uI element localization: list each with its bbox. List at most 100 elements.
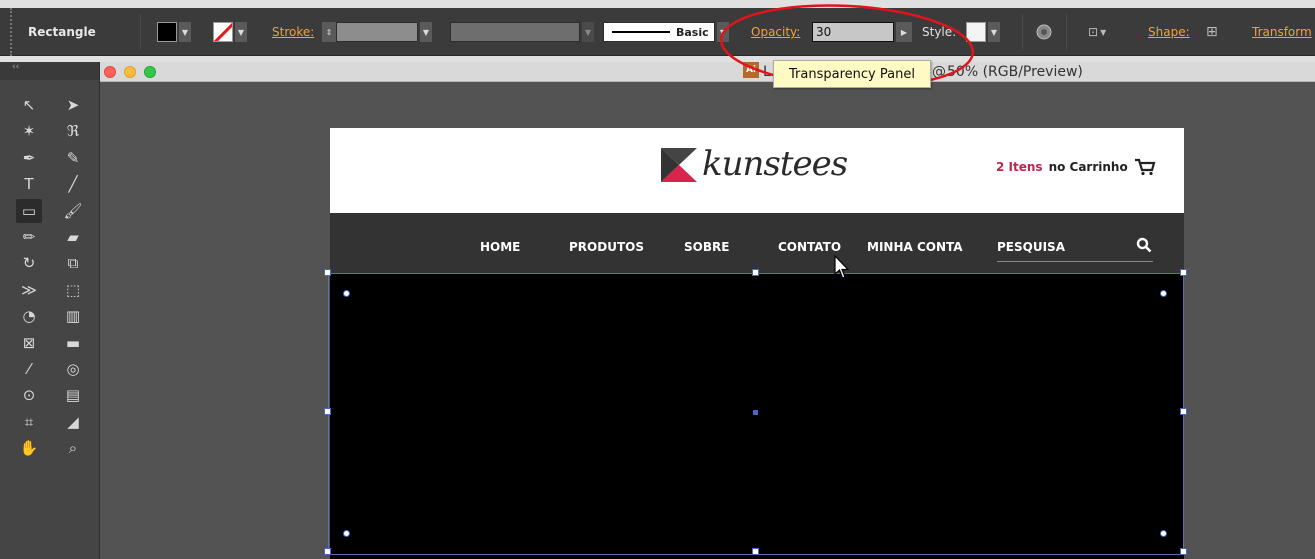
resize-handle-bottom[interactable]: [752, 548, 759, 555]
resize-handle-bottom-left[interactable]: [324, 548, 331, 555]
recolor-wheel-icon: [1036, 24, 1052, 40]
tool-row: ⊙ ▤: [16, 382, 96, 408]
site-header: kunstees 2 Itens no Carrinho: [330, 128, 1184, 213]
brush-label: Basic: [676, 25, 709, 39]
nav-home[interactable]: HOME: [480, 240, 520, 254]
highlight-ellipse: [719, 4, 975, 88]
rotate-tool-icon[interactable]: ↻: [16, 251, 42, 275]
shape-builder-tool-icon[interactable]: ◔: [16, 304, 42, 328]
fill-control[interactable]: ▼: [157, 8, 191, 56]
stepper-icon[interactable]: ⇕: [322, 22, 336, 42]
nav-sobre[interactable]: SOBRE: [684, 240, 729, 254]
column-graph-tool-icon[interactable]: ▥: [60, 304, 86, 328]
logo-text: kunstees: [702, 144, 848, 184]
eyedropper-tool-icon[interactable]: ⁄: [16, 357, 42, 381]
chevron-down-icon[interactable]: ▼: [420, 22, 432, 42]
chevron-down-icon[interactable]: ▼: [582, 22, 594, 42]
resize-handle-top-right[interactable]: [1180, 269, 1187, 276]
align-dropdown-button[interactable]: ⊡ ▼: [1088, 8, 1106, 56]
close-window-button[interactable]: [104, 66, 116, 78]
live-corner-widget[interactable]: [1160, 530, 1167, 537]
stroke-color-control[interactable]: ▼: [213, 8, 247, 56]
paintbrush-tool-icon[interactable]: 🖌: [60, 199, 86, 223]
chevron-down-icon[interactable]: ▼: [235, 22, 247, 42]
tool-row: ↖ ➤: [16, 92, 96, 118]
resize-handle-top[interactable]: [752, 269, 759, 276]
hand-tool-icon[interactable]: ✋: [16, 436, 42, 460]
variable-width-profile-field[interactable]: [450, 22, 580, 42]
curvature-tool-icon[interactable]: ✎: [60, 146, 86, 170]
graph-tool-icon[interactable]: ▤: [60, 383, 86, 407]
resize-handle-right[interactable]: [1180, 408, 1187, 415]
pen-tool-icon[interactable]: ✒: [16, 146, 42, 170]
stroke-weight-control[interactable]: ⇕ ▼: [320, 8, 432, 56]
resize-handle-left[interactable]: [324, 408, 331, 415]
mouse-cursor-icon: [834, 255, 850, 279]
separator: [1022, 14, 1023, 50]
lasso-tool-icon[interactable]: ℜ: [60, 119, 86, 143]
pencil-tool-icon[interactable]: ✏: [16, 225, 42, 249]
minimize-window-button[interactable]: [124, 66, 136, 78]
live-corner-widget[interactable]: [1160, 290, 1167, 297]
search-underline: [997, 261, 1153, 262]
tools-panel-header[interactable]: ‹‹: [0, 62, 99, 80]
brush-definition-field[interactable]: Basic: [603, 22, 715, 42]
free-transform-tool-icon[interactable]: ⬚: [60, 278, 86, 302]
nav-contato[interactable]: CONTATO: [778, 240, 841, 254]
tool-row: ▭ 🖌: [16, 198, 96, 224]
brush-stroke-preview: [612, 31, 670, 33]
line-segment-tool-icon[interactable]: ╱: [60, 172, 86, 196]
symbol-sprayer-tool-icon[interactable]: ⊙: [16, 383, 42, 407]
fill-swatch[interactable]: [157, 22, 177, 42]
separator: [140, 14, 141, 50]
zoom-tool-icon[interactable]: ⌕: [60, 436, 86, 460]
site-nav: HOME PRODUTOS SOBRE CONTATO MINHA CONTA …: [330, 213, 1184, 273]
type-tool-icon[interactable]: T: [16, 172, 42, 196]
gradient-tool-icon[interactable]: ▬: [60, 331, 86, 355]
resize-handle-bottom-right[interactable]: [1180, 548, 1187, 555]
live-corner-widget[interactable]: [343, 530, 350, 537]
transform-link[interactable]: Transform: [1252, 8, 1312, 56]
magic-wand-tool-icon[interactable]: ✶: [16, 119, 42, 143]
chevron-down-icon: ▼: [1100, 27, 1107, 37]
tooltip: Transparency Panel: [773, 60, 931, 88]
eraser-tool-icon[interactable]: ▰: [60, 225, 86, 249]
brush-control[interactable]: Basic ▼: [603, 8, 729, 56]
mesh-tool-icon[interactable]: ⊠: [16, 331, 42, 355]
stroke-link[interactable]: Stroke:: [272, 8, 314, 56]
variable-width-control[interactable]: ▼: [450, 8, 594, 56]
shape-properties-button[interactable]: ⊞: [1206, 8, 1218, 56]
resize-handle-top-left[interactable]: [324, 269, 331, 276]
separator: [1066, 14, 1067, 50]
tool-row: ✋ ⌕: [16, 435, 96, 461]
tool-row: ✒ ✎: [16, 145, 96, 171]
slice-tool-icon[interactable]: ◢: [60, 410, 86, 434]
chevron-down-icon[interactable]: ▼: [179, 22, 191, 42]
direct-selection-tool-icon[interactable]: ➤: [60, 93, 86, 117]
shape-link[interactable]: Shape:: [1148, 8, 1190, 56]
collapse-icon[interactable]: ‹‹: [12, 62, 19, 72]
nav-search-input[interactable]: PESQUISA: [997, 240, 1065, 254]
cart-summary[interactable]: 2 Itens no Carrinho: [996, 158, 1156, 176]
artboard-tool-icon[interactable]: ⌗: [16, 410, 42, 434]
tool-row: ⁄ ◎: [16, 356, 96, 382]
cart-count: 2 Itens: [996, 160, 1043, 174]
nav-minha-conta[interactable]: MINHA CONTA: [867, 240, 963, 254]
width-tool-icon[interactable]: ≫: [16, 278, 42, 302]
chevron-down-icon[interactable]: ▼: [988, 22, 1000, 42]
cart-suffix: no Carrinho: [1048, 160, 1128, 174]
stroke-weight-field[interactable]: [336, 22, 418, 42]
rectangle-tool-icon[interactable]: ▭: [16, 198, 42, 223]
nav-produtos[interactable]: PRODUTOS: [569, 240, 644, 254]
document-title-bar: [100, 62, 1315, 82]
live-corner-widget[interactable]: [343, 290, 350, 297]
selection-tool-icon[interactable]: ↖: [16, 93, 42, 117]
search-icon[interactable]: [1136, 237, 1152, 253]
control-bar: Rectangle ▼ ▼ Stroke: ⇕ ▼ ▼ Basic ▼ Opac…: [0, 0, 1315, 62]
tool-row: ✶ ℜ: [16, 118, 96, 144]
blend-tool-icon[interactable]: ◎: [60, 357, 86, 381]
zoom-window-button[interactable]: [144, 66, 156, 78]
stroke-none-swatch[interactable]: [213, 22, 233, 42]
scale-tool-icon[interactable]: ⧉: [60, 251, 86, 275]
recolor-artwork-button[interactable]: [1036, 8, 1052, 56]
